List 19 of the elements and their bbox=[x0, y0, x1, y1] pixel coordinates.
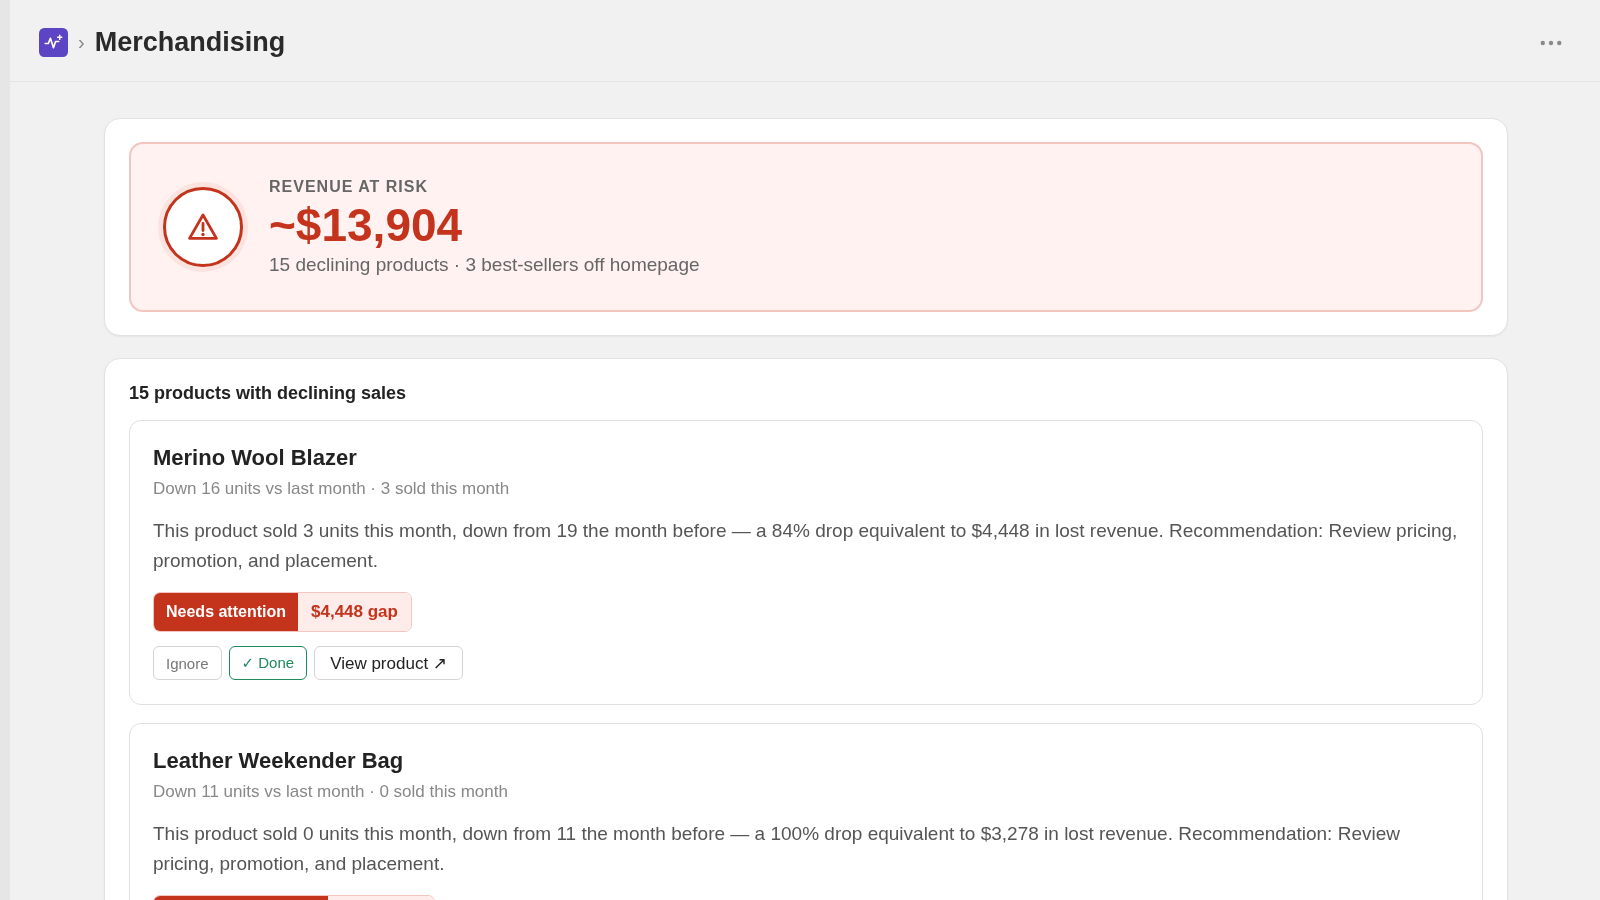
product-description: This product sold 0 units this month, down from 11 the month before — a 100% drop equivalent to $3,278 in lost revenue. Recommendation: Review pricing, promotion, and placement. bbox=[153, 822, 1401, 876]
pulse-icon[interactable] bbox=[39, 28, 68, 57]
status-tag: Needs attention bbox=[154, 593, 298, 631]
more-icon bbox=[1540, 39, 1562, 46]
page-title: Merchandising bbox=[94, 27, 286, 58]
product-description: This product sold 3 units this month, down from 19 the month before — a 84% drop equivalent to $4,448 in lost revenue. Recommendation: Review pricing, promotion, and placement. bbox=[153, 519, 1459, 573]
product-meta: Down 11 units vs last month · 0 sold this month bbox=[153, 782, 509, 802]
product-meta: Down 16 units vs last month · 3 sold this month bbox=[153, 479, 511, 499]
risk-summary: 15 declining products · 3 best-sellers off homepage bbox=[269, 254, 700, 276]
risk-amount: ~$13,904 bbox=[269, 198, 464, 252]
breadcrumb-separator: › bbox=[78, 31, 85, 54]
gap-tag: $4,448 gap bbox=[298, 593, 411, 631]
product-name: Leather Weekender Bag bbox=[153, 748, 405, 774]
ignore-button[interactable]: Ignore bbox=[153, 646, 222, 680]
risk-label: REVENUE AT RISK bbox=[269, 178, 429, 196]
view-product-button[interactable]: View product ↗ bbox=[314, 646, 464, 680]
product-name: Merino Wool Blazer bbox=[153, 445, 358, 471]
section-heading: 15 products with declining sales bbox=[129, 383, 408, 404]
done-button[interactable]: ✓ Done bbox=[228, 646, 308, 680]
